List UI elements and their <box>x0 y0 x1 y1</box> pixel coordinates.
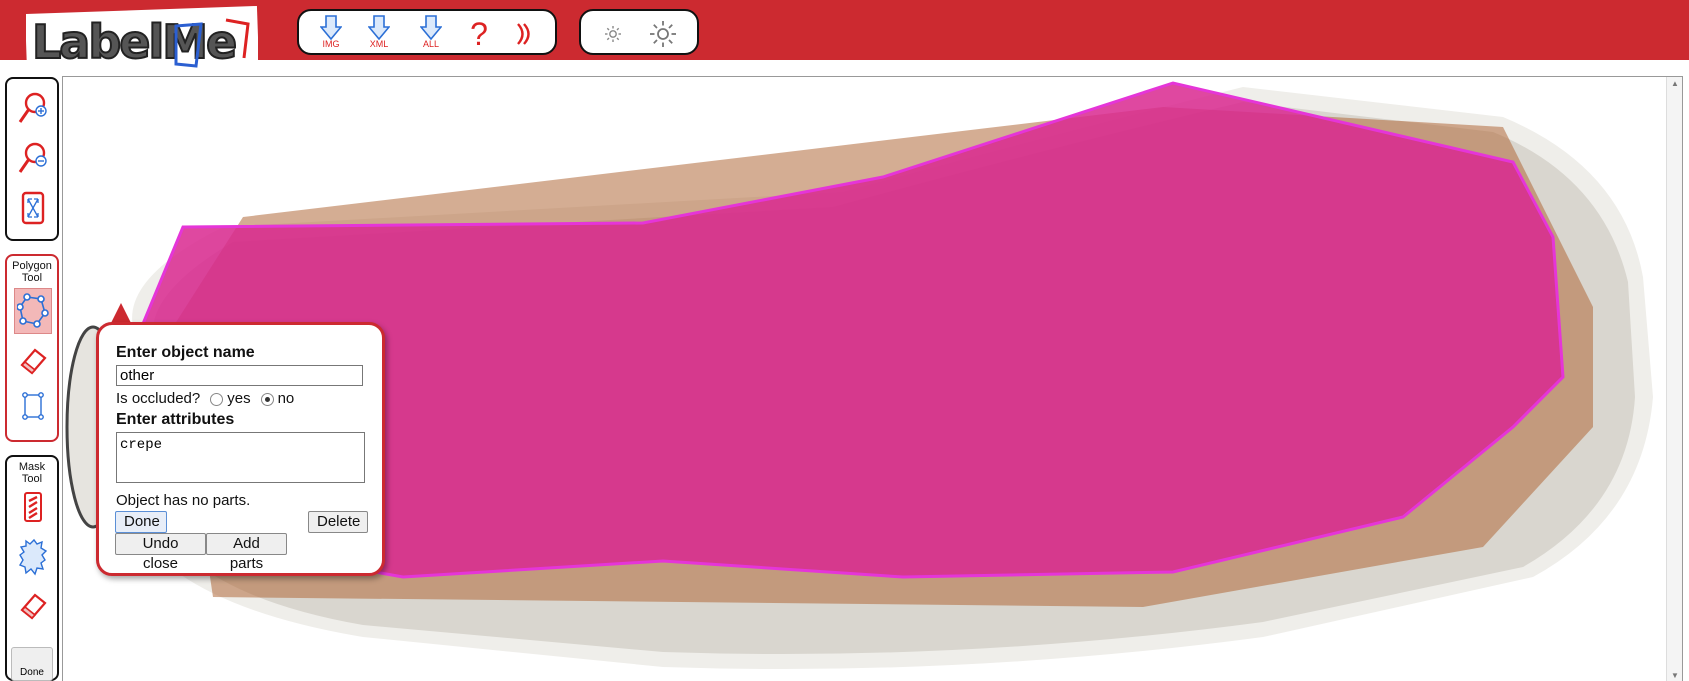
polygon-tool-panel: Polygon Tool <box>5 254 59 442</box>
mask-region-button[interactable] <box>14 537 52 577</box>
brightness-down-button[interactable] <box>593 15 633 53</box>
parts-status-text: Object has no parts. <box>116 492 251 509</box>
object-label-popup: Enter object name Is occluded? yes no En… <box>96 322 385 576</box>
zoom-panel <box>5 77 59 241</box>
mask-title-line1: Mask <box>18 461 46 473</box>
brush-stroke-icon <box>24 492 42 522</box>
attributes-heading: Enter attributes <box>116 411 235 428</box>
fit-to-screen-icon <box>21 191 45 225</box>
down-arrow-icon <box>420 15 442 41</box>
download-xml-label: XML <box>369 39 389 49</box>
occluded-yes-label: yes <box>227 390 251 407</box>
help-button[interactable]: ? <box>459 15 499 53</box>
mask-tool-title: Mask Tool <box>7 461 57 485</box>
mask-tool-panel: Mask Tool Done <box>5 455 59 681</box>
occluded-yes-radio[interactable] <box>210 392 224 406</box>
down-arrow-icon <box>368 15 390 41</box>
zoom-in-icon <box>18 92 47 123</box>
zoom-in-button[interactable] <box>14 88 52 128</box>
labelme-logo[interactable]: LabelMe <box>26 6 258 72</box>
done-button[interactable]: Done <box>115 511 167 533</box>
download-all-label: ALL <box>422 39 439 49</box>
top-header: LabelMe IMG XML ALL ? <box>0 0 1689 72</box>
sun-large-icon <box>650 21 676 47</box>
occluded-label: Is occluded? <box>116 390 201 407</box>
brightness-up-button[interactable] <box>643 15 683 53</box>
brightness-toolgroup <box>579 9 699 55</box>
fit-image-button[interactable] <box>14 188 52 228</box>
add-parts-button[interactable]: Add parts <box>206 533 287 572</box>
sun-small-icon <box>605 26 621 42</box>
zoom-out-icon <box>18 142 47 173</box>
down-arrow-icon <box>320 15 342 41</box>
object-name-input[interactable] <box>116 365 363 386</box>
download-xml-button[interactable]: XML <box>359 15 399 53</box>
polygon-tool-title: Polygon Tool <box>7 260 57 284</box>
next-image-button[interactable] <box>505 15 545 53</box>
download-image-button[interactable]: IMG <box>311 15 351 53</box>
delete-button[interactable]: Delete <box>308 511 368 533</box>
zoom-out-button[interactable] <box>14 138 52 178</box>
occluded-row: Is occluded? yes no <box>116 389 382 409</box>
polygon-tool-button[interactable] <box>14 288 52 334</box>
undo-close-button[interactable]: Undo close <box>115 533 206 572</box>
scroll-up-icon[interactable]: ▲ <box>1671 79 1679 88</box>
eraser-icon <box>20 348 47 375</box>
eraser-icon <box>20 593 47 620</box>
mask-brush-button[interactable] <box>14 487 52 527</box>
mask-done-label: Done <box>20 667 44 678</box>
help-icon: ? <box>470 16 488 52</box>
mask-title-line2: Tool <box>21 473 43 485</box>
polygon-title-line1: Polygon <box>12 260 52 272</box>
polygon-eraser-button[interactable] <box>14 340 52 380</box>
region-mask-icon <box>18 538 48 576</box>
occluded-no-label: no <box>277 390 295 407</box>
object-name-heading: Enter object name <box>116 344 255 361</box>
occluded-no-radio[interactable] <box>260 392 274 406</box>
polygon-title-line2: Tool <box>21 272 43 284</box>
bounding-box-icon <box>22 392 44 420</box>
canvas-scrollbar[interactable]: ▲ ▼ <box>1666 77 1682 681</box>
attributes-textarea[interactable]: crepe <box>116 432 365 483</box>
download-image-label: IMG <box>322 39 340 49</box>
bounding-box-button[interactable] <box>14 386 52 426</box>
mask-eraser-button[interactable] <box>14 585 52 625</box>
mask-done-button[interactable]: Done <box>11 647 53 681</box>
next-chevron-icon <box>517 23 530 45</box>
svg-text:LabelMe: LabelMe <box>32 15 235 69</box>
polygon-icon <box>17 293 49 328</box>
scroll-down-icon[interactable]: ▼ <box>1671 671 1679 680</box>
download-all-button[interactable]: ALL <box>411 15 451 53</box>
download-toolgroup: IMG XML ALL ? <box>297 9 557 55</box>
